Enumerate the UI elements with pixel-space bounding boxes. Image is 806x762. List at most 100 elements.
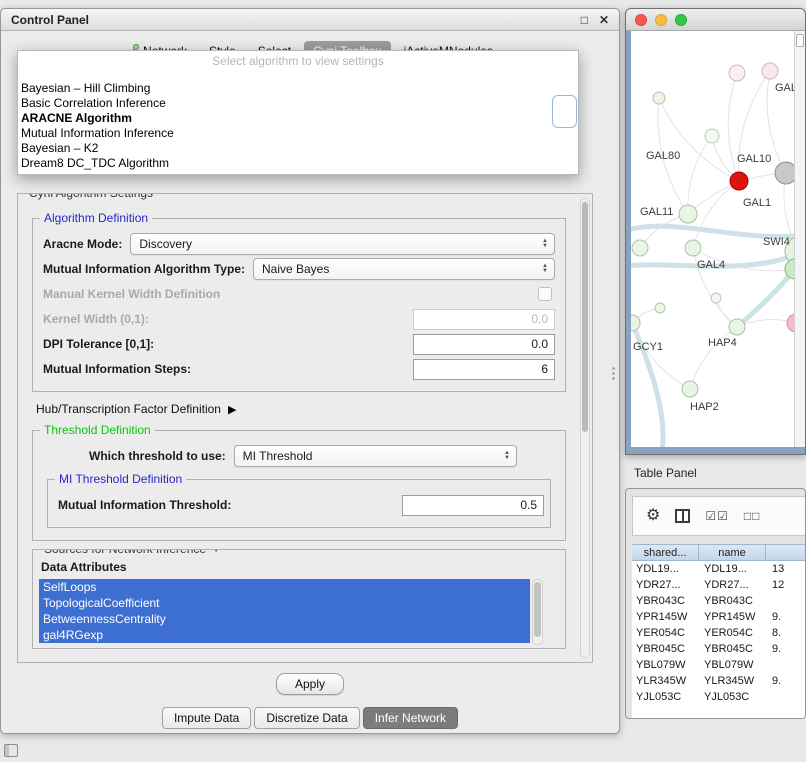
- tab-discretize-data[interactable]: Discretize Data: [254, 707, 359, 729]
- manual-kernel-width-checkbox[interactable]: [538, 287, 552, 301]
- network-node[interactable]: [705, 129, 719, 143]
- node-label: GAL10: [737, 153, 771, 165]
- zoom-traffic-icon[interactable]: [675, 14, 687, 26]
- control-panel-titlebar[interactable]: Control Panel □ ✕: [1, 9, 619, 31]
- network-node[interactable]: [775, 162, 796, 184]
- table-row[interactable]: YER054CYER054C8.: [632, 625, 806, 641]
- attribute-item[interactable]: SelfLoops: [39, 579, 530, 595]
- network-canvas-area[interactable]: GAL80GAL10GAL11GAL1SWI4GAL4GCY1HAP4HAP2G…: [631, 31, 805, 447]
- mi-algorithm-type-select[interactable]: Naive Bayes ▲▼: [253, 258, 555, 280]
- column-header[interactable]: [765, 544, 806, 561]
- settings-group-title: Cyni Algorithm Settings: [25, 193, 157, 200]
- minimized-panel-icon[interactable]: [4, 744, 18, 757]
- scrollbar-thumb[interactable]: [534, 582, 541, 637]
- hub-definition-toggle[interactable]: Hub/Transcription Factor Definition ▶: [36, 402, 566, 416]
- table-cell: 12: [768, 579, 806, 591]
- network-edge: [632, 323, 690, 389]
- bottom-tab-bar: Impute Data Discretize Data Infer Networ…: [1, 707, 619, 729]
- network-node[interactable]: [685, 240, 701, 256]
- node-label: GAL11: [640, 206, 673, 218]
- network-node[interactable]: [729, 319, 745, 335]
- dpi-tolerance-input[interactable]: 0.0: [413, 334, 555, 355]
- network-node[interactable]: [682, 381, 698, 397]
- kernel-width-input[interactable]: 0.0: [413, 309, 555, 330]
- close-icon[interactable]: ✕: [599, 14, 609, 26]
- network-canvas[interactable]: GAL80GAL10GAL11GAL1SWI4GAL4GCY1HAP4HAP2G…: [631, 31, 796, 447]
- column-header[interactable]: name: [698, 544, 766, 561]
- mi-threshold-definition-group: MI Threshold Definition Mutual Informati…: [47, 479, 551, 528]
- table-cell: YBL079W: [632, 659, 700, 671]
- mi-steps-value: 6: [541, 362, 548, 376]
- table-cell: YDL19...: [632, 563, 700, 575]
- float-window-icon[interactable]: □: [581, 14, 588, 26]
- dpi-tolerance-label: DPI Tolerance [0,1]:: [43, 337, 154, 351]
- sources-group-title[interactable]: Sources for Network Inference ▼: [40, 549, 225, 556]
- network-node[interactable]: [729, 65, 745, 81]
- table-row[interactable]: YBR045CYBR045C9.: [632, 641, 806, 657]
- attribute-list-scrollbar[interactable]: [532, 579, 543, 645]
- mi-steps-input[interactable]: 6: [413, 359, 555, 380]
- attribute-item[interactable]: BetweennessCentrality: [39, 611, 530, 627]
- table-cell: YJL053C: [700, 691, 768, 703]
- deselect-all-icon[interactable]: □□: [744, 509, 761, 523]
- table-row[interactable]: YLR345WYLR345W9.: [632, 673, 806, 689]
- network-node[interactable]: [679, 205, 697, 223]
- cyni-algorithm-settings-group: Cyni Algorithm Settings Algorithm Defini…: [17, 193, 593, 663]
- which-threshold-select[interactable]: MI Threshold ▲▼: [234, 445, 517, 467]
- mi-threshold-input[interactable]: 0.5: [402, 495, 544, 516]
- network-node[interactable]: [653, 92, 665, 104]
- select-all-icon[interactable]: ☑☑: [705, 509, 729, 523]
- table-row[interactable]: YDL19...YDL19...13: [632, 561, 806, 577]
- table-cell: YDR27...: [632, 579, 700, 591]
- network-window-titlebar[interactable]: [626, 9, 805, 31]
- mi-threshold-label: Mutual Information Threshold:: [58, 498, 231, 512]
- table-cell: YBR043C: [700, 595, 768, 607]
- columns-icon[interactable]: [675, 509, 690, 523]
- which-threshold-label: Which threshold to use:: [89, 449, 226, 463]
- network-node[interactable]: [762, 63, 778, 79]
- control-panel-window: Control Panel □ ✕ Network Style Select C…: [0, 8, 620, 734]
- node-label: HAP4: [708, 337, 737, 349]
- minimize-traffic-icon[interactable]: [655, 14, 667, 26]
- attribute-item[interactable]: gal4RGexp: [39, 627, 530, 643]
- column-header[interactable]: shared...: [632, 544, 699, 561]
- table-row[interactable]: YBL079WYBL079W: [632, 657, 806, 673]
- table-cell: 8.: [768, 627, 806, 639]
- network-node[interactable]: [655, 303, 665, 313]
- attribute-item[interactable]: TopologicalCoefficient: [39, 595, 530, 611]
- settings-vertical-scrollbar[interactable]: [580, 198, 590, 658]
- algorithm-option[interactable]: Bayesian – K2: [18, 141, 578, 156]
- apply-button[interactable]: Apply: [276, 673, 344, 695]
- kernel-width-value: 0.0: [531, 312, 548, 326]
- table-row[interactable]: YJL053CYJL053C: [632, 689, 806, 705]
- scrollbar-thumb[interactable]: [582, 202, 588, 432]
- table-cell: YPR145W: [700, 611, 768, 623]
- which-threshold-value: MI Threshold: [243, 449, 313, 463]
- scrollbar-thumb[interactable]: [796, 34, 804, 47]
- table-row[interactable]: YPR145WYPR145W9.: [632, 609, 806, 625]
- table-row[interactable]: YDR27...YDR27...12: [632, 577, 806, 593]
- algorithm-option[interactable]: Mutual Information Inference: [18, 126, 578, 141]
- table-header-row: shared...name: [632, 544, 806, 561]
- sources-title-text: Sources for Network Inference: [44, 549, 206, 556]
- algorithm-option[interactable]: Bayesian – Hill Climbing: [18, 81, 578, 96]
- algorithm-option[interactable]: Dream8 DC_TDC Algorithm: [18, 156, 578, 171]
- network-node[interactable]: [632, 240, 648, 256]
- algorithm-option[interactable]: Basic Correlation Inference: [18, 96, 578, 111]
- close-traffic-icon[interactable]: [635, 14, 647, 26]
- aracne-mode-select[interactable]: Discovery ▲▼: [130, 233, 555, 255]
- network-vertical-scrollbar[interactable]: [794, 31, 805, 447]
- tab-infer-network[interactable]: Infer Network: [363, 707, 458, 729]
- mi-algorithm-type-value: Naive Bayes: [262, 262, 329, 276]
- table-cell: YBL079W: [700, 659, 768, 671]
- algorithm-combobox-fragment: [552, 95, 577, 128]
- network-node[interactable]: [711, 293, 721, 303]
- table-cell: 9.: [768, 643, 806, 655]
- gear-icon[interactable]: ⚙: [646, 508, 660, 524]
- table-row[interactable]: YBR043CYBR043C: [632, 593, 806, 609]
- network-node[interactable]: [730, 172, 748, 190]
- tab-impute-data[interactable]: Impute Data: [162, 707, 251, 729]
- node-label: HAP2: [690, 401, 719, 413]
- panel-splitter-handle[interactable]: [611, 366, 617, 382]
- algorithm-option[interactable]: ARACNE Algorithm: [18, 111, 578, 126]
